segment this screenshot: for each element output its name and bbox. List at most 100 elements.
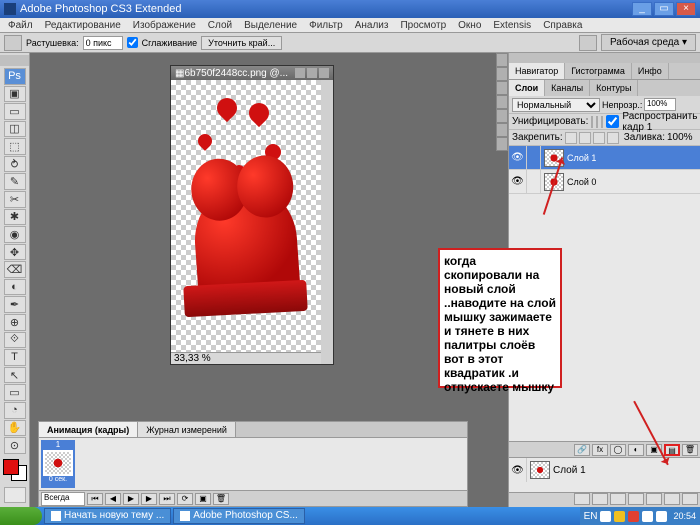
toolbox-header[interactable] xyxy=(0,55,29,66)
crop-tool[interactable]: ⥁ xyxy=(4,156,26,173)
panels-header[interactable] xyxy=(509,53,700,63)
prev-frame-button[interactable]: ◀ xyxy=(105,493,121,505)
tab-layers[interactable]: Слои xyxy=(509,80,545,96)
document-titlebar[interactable]: ▦ 6b750f2448cc.png @... xyxy=(171,66,333,80)
dodge-tool[interactable]: ⊕ xyxy=(4,314,26,331)
opacity-value[interactable]: 100% xyxy=(644,98,676,111)
close-button[interactable]: × xyxy=(676,2,696,16)
frame-delay[interactable]: 0 сек. xyxy=(43,476,73,486)
start-button[interactable] xyxy=(0,507,42,525)
duplicate-frame-button[interactable]: ▣ xyxy=(195,493,211,505)
menu-window[interactable]: Окно xyxy=(452,18,487,32)
layer-row[interactable]: 👁 Слой 0 xyxy=(509,170,700,194)
menu-help[interactable]: Справка xyxy=(537,18,588,32)
lock-transparent-icon[interactable] xyxy=(565,132,577,144)
panel-icon[interactable] xyxy=(496,137,508,151)
unify-style-icon[interactable] xyxy=(601,116,603,128)
delete-layer-button[interactable]: 🗑 xyxy=(682,444,698,456)
layer-name[interactable]: Слой 1 xyxy=(553,465,586,476)
blur-tool[interactable]: ✒ xyxy=(4,296,26,313)
panel-icon[interactable] xyxy=(496,67,508,81)
layer-link-cell[interactable] xyxy=(527,146,541,169)
feather-input[interactable] xyxy=(83,36,123,50)
eraser-tool[interactable]: ⌫ xyxy=(4,261,26,278)
menu-extensis[interactable]: Extensis xyxy=(487,18,537,32)
tray-icon[interactable] xyxy=(656,511,667,522)
taskbar-item[interactable]: Adobe Photoshop CS... xyxy=(173,508,305,524)
tab-navigator[interactable]: Навигатор xyxy=(509,63,565,79)
visibility-eye-icon[interactable]: 👁 xyxy=(509,170,527,193)
unify-visibility-icon[interactable] xyxy=(596,116,598,128)
layer-style-button[interactable] xyxy=(592,493,608,505)
layer-mask-button[interactable] xyxy=(610,493,626,505)
slice-tool[interactable]: ✎ xyxy=(4,173,26,190)
layer-name[interactable]: Слой 1 xyxy=(567,153,596,163)
language-indicator[interactable]: EN xyxy=(584,511,598,522)
blend-mode-dropdown[interactable]: Нормальный xyxy=(512,98,600,112)
lock-position-icon[interactable] xyxy=(593,132,605,144)
pen-tool[interactable]: ⟐ xyxy=(4,332,26,349)
new-group-button[interactable] xyxy=(646,493,662,505)
refine-edge-button[interactable]: Уточнить край... xyxy=(201,36,282,50)
doc-close-button[interactable] xyxy=(319,68,329,78)
tween-button[interactable]: ⟳ xyxy=(177,493,193,505)
tray-icon[interactable] xyxy=(642,511,653,522)
delete-frame-button[interactable]: 🗑 xyxy=(213,493,229,505)
history-brush-tool[interactable]: ✥ xyxy=(4,244,26,261)
layer-style-button[interactable]: fx xyxy=(592,444,608,456)
visibility-eye-icon[interactable]: 👁 xyxy=(509,146,527,169)
play-button[interactable]: ▶ xyxy=(123,493,139,505)
bridge-icon[interactable] xyxy=(579,35,597,51)
menu-view[interactable]: Просмотр xyxy=(394,18,452,32)
gradient-tool[interactable]: ◐ xyxy=(4,279,26,296)
menu-image[interactable]: Изображение xyxy=(127,18,202,32)
menu-select[interactable]: Выделение xyxy=(238,18,303,32)
tab-paths[interactable]: Контуры xyxy=(590,80,638,96)
first-frame-button[interactable]: ⏮ xyxy=(87,493,103,505)
ps-logo-icon[interactable]: Ps xyxy=(4,68,26,85)
layer-name[interactable]: Слой 0 xyxy=(567,177,596,187)
visibility-eye-icon[interactable]: 👁 xyxy=(509,458,527,482)
new-layer-button[interactable] xyxy=(664,493,680,505)
tab-info[interactable]: Инфо xyxy=(632,63,669,79)
adjustment-layer-button[interactable]: ◐ xyxy=(628,444,644,456)
tab-channels[interactable]: Каналы xyxy=(545,80,590,96)
shape-tool[interactable]: ▭ xyxy=(4,384,26,401)
type-tool[interactable]: T xyxy=(4,349,26,366)
next-frame-button[interactable]: ▶ xyxy=(141,493,157,505)
minimize-button[interactable]: _ xyxy=(632,2,652,16)
tab-animation[interactable]: Анимация (кадры) xyxy=(39,422,138,437)
layer-mask-button[interactable]: ◯ xyxy=(610,444,626,456)
menu-edit[interactable]: Редактирование xyxy=(39,18,127,32)
workspace-button[interactable]: Рабочая среда ▾ xyxy=(601,34,696,51)
layer-thumbnail[interactable] xyxy=(530,461,550,479)
adjustment-layer-button[interactable] xyxy=(628,493,644,505)
quickselect-tool[interactable]: ⬚ xyxy=(4,138,26,155)
color-swatches[interactable] xyxy=(3,459,27,481)
eyedropper-tool[interactable]: ✋ xyxy=(4,420,26,437)
tray-icon[interactable] xyxy=(600,511,611,522)
tab-measurements[interactable]: Журнал измерений xyxy=(138,422,236,437)
stamp-tool[interactable]: ◉ xyxy=(4,226,26,243)
doc-minimize-button[interactable] xyxy=(295,68,305,78)
panel-icon[interactable] xyxy=(496,81,508,95)
link-layers-button[interactable]: 🔗 xyxy=(574,444,590,456)
maximize-button[interactable]: ▭ xyxy=(654,2,674,16)
hand-tool[interactable]: ⊙ xyxy=(4,437,26,454)
new-layer-button[interactable]: ▤ xyxy=(664,444,680,456)
healing-tool[interactable]: ✂ xyxy=(4,191,26,208)
unify-position-icon[interactable] xyxy=(591,116,593,128)
tool-preset-icon[interactable] xyxy=(4,35,22,51)
loop-dropdown[interactable]: Всегда xyxy=(41,492,85,506)
menu-filter[interactable]: Фильтр xyxy=(303,18,349,32)
foreground-color-swatch[interactable] xyxy=(3,459,19,475)
layer-row[interactable]: 👁 Слой 1 xyxy=(509,146,700,170)
fill-value[interactable]: 100% xyxy=(667,132,697,143)
last-frame-button[interactable]: ⏭ xyxy=(159,493,175,505)
animation-frame[interactable]: 1 0 сек. xyxy=(41,440,75,488)
marquee-tool[interactable]: ▭ xyxy=(4,103,26,120)
panel-icon[interactable] xyxy=(496,95,508,109)
delete-layer-button[interactable] xyxy=(682,493,698,505)
lock-all-icon[interactable] xyxy=(607,132,619,144)
zoom-level[interactable]: 33,33 % xyxy=(174,353,211,364)
